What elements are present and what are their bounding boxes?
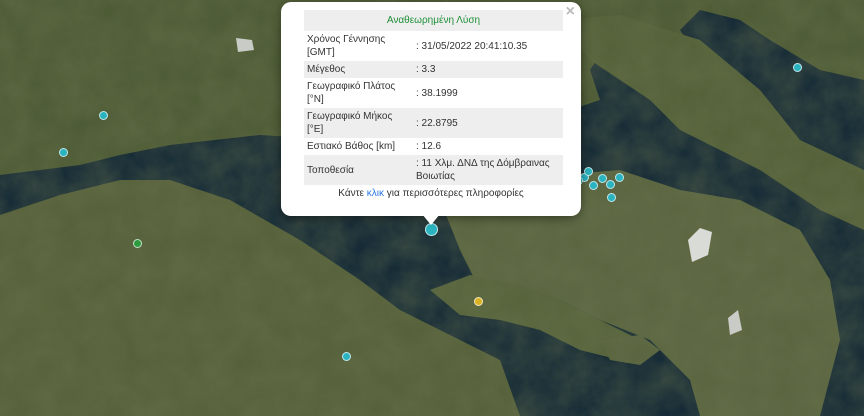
snow-patch <box>236 38 254 52</box>
earthquake-marker[interactable] <box>584 167 593 176</box>
earthquake-marker[interactable] <box>59 148 68 157</box>
longitude-value: : 22.8795 <box>413 108 563 138</box>
earthquake-details-table: Αναθεωρημένη Λύση Χρόνος Γέννησης [GMT] … <box>304 10 563 185</box>
longitude-label: Γεωγραφικό Μήκος [°E] <box>304 108 413 138</box>
earthquake-marker[interactable] <box>606 180 615 189</box>
popup-tip <box>422 214 440 225</box>
depth-label: Εστιακό Βάθος [km] <box>307 141 396 152</box>
location-label: Τοποθεσία <box>304 155 413 185</box>
magnitude-value: : 3.3 <box>413 61 563 78</box>
earthquake-marker[interactable] <box>342 352 351 361</box>
latitude-label: Γεωγραφικό Πλάτος [°N] <box>307 81 396 105</box>
origin-time-value: : 31/05/2022 20:41:10.35 <box>416 40 528 52</box>
earthquake-marker[interactable] <box>474 297 483 306</box>
close-icon[interactable]: × <box>566 3 575 21</box>
depth-value: : 12.6 <box>416 141 442 152</box>
origin-time-label: Χρόνος Γέννησης [GMT] <box>307 34 386 58</box>
earthquake-marker[interactable] <box>99 111 108 120</box>
earthquake-marker[interactable] <box>133 239 142 248</box>
popup-title: Αναθεωρημένη Λύση <box>304 10 563 31</box>
location-value: : 11 Χλμ. ΔΝΔ της Δόμβραινας Βοιωτίας <box>413 155 563 185</box>
earthquake-marker[interactable] <box>615 173 624 182</box>
earthquake-marker[interactable] <box>589 181 598 190</box>
earthquake-marker[interactable] <box>607 193 616 202</box>
magnitude-label: Μέγεθος <box>304 61 413 78</box>
more-info-line: Κάντε κλικ για περισσότερες πληροφορίες <box>281 188 581 199</box>
earthquake-marker[interactable] <box>793 63 802 72</box>
latitude-value: : 38.1999 <box>416 87 458 99</box>
earthquake-info-popup: × Αναθεωρημένη Λύση Χρόνος Γέννησης [GMT… <box>281 2 581 216</box>
more-info-prefix: Κάντε <box>338 188 367 199</box>
more-info-suffix: για περισσότερες πληροφορίες <box>384 188 524 199</box>
more-info-link[interactable]: κλικ <box>367 188 384 199</box>
